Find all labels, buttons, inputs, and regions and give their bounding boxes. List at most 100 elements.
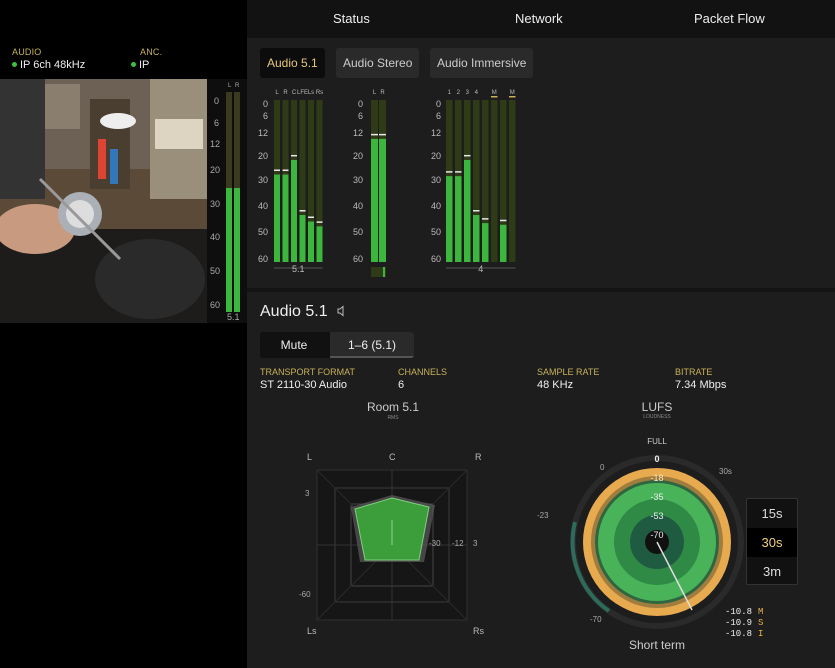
room-subtitle: RMS [387, 415, 399, 421]
meter-immersive-channel-label: M [492, 90, 497, 96]
meter-channel-r: R [235, 83, 240, 89]
meter-scale-tick: 50 [258, 227, 268, 237]
mute-button[interactable]: Mute [260, 332, 328, 358]
meter-stereo-channel-label: L [373, 90, 377, 96]
meter-scale-tick: 50 [353, 227, 363, 237]
meter-51-bar-level [282, 174, 289, 262]
meter-tick: 50 [210, 266, 221, 276]
audio-tab-stereo[interactable]: Audio Stereo [336, 48, 420, 78]
meter-scale-tick: 6 [263, 111, 268, 121]
meter-immersive-bar-peak [473, 210, 480, 212]
meter-stereo-mini-level [383, 267, 385, 277]
video-preview[interactable] [0, 79, 207, 323]
lufs-outer-0: 0 [600, 463, 605, 472]
meter-immersive-bar-peak [482, 218, 489, 220]
meter-immersive-bar-track [509, 100, 516, 262]
meter-immersive-bar-level [473, 215, 480, 262]
top-navigation: Status Network Packet Flow [247, 0, 835, 38]
meter-immersive-bar-peak [500, 219, 507, 222]
meter-scale-tick: 12 [431, 128, 441, 138]
meter-immersive-bar-track [491, 100, 498, 262]
meter-51-bar-peak [282, 169, 289, 172]
mute-channel-selector: Mute 1–6 (5.1) [260, 332, 414, 358]
meter-scale-tick: 30 [431, 175, 441, 185]
meter-scale-tick: 60 [258, 254, 268, 264]
meter-immersive-bar-peak [446, 171, 453, 173]
meter-level-r [234, 187, 240, 312]
room-axis-l: L [307, 452, 312, 462]
lufs-ring-70: -70 [650, 530, 663, 540]
meter-51-group-label: 5.1 [292, 264, 305, 274]
lufs-readout-short: -10.9 S [725, 618, 764, 628]
meter-tick: 60 [210, 300, 221, 310]
lufs-title: LUFS [641, 400, 673, 414]
meter-scale-tick: 0 [263, 99, 268, 109]
lufs-ring-18: -18 [650, 473, 663, 483]
field-label-bitrate: BITRATE [675, 367, 713, 377]
meter-scale-tick: 20 [431, 151, 441, 161]
meter-immersive-channel-label: 2 [457, 90, 461, 96]
speaker-icon[interactable] [336, 305, 348, 317]
room-axis-ls: Ls [307, 626, 317, 636]
meter-51-bar-level [316, 226, 323, 262]
meter-channel-l: L [228, 83, 232, 89]
tab-status[interactable]: Status [333, 11, 370, 26]
room-scale-3b: 3 [473, 539, 478, 548]
meter-scale-tick: 20 [353, 151, 363, 161]
lufs-time-window: 15s 30s 3m [746, 498, 798, 585]
lufs-outer-30s: 30s [719, 467, 732, 476]
meter-immersive-bar-peak [509, 96, 516, 98]
preview-audio-meter: L R 0 6 12 20 30 40 50 60 5.1 [207, 79, 247, 323]
meter-immersive-bar-level [500, 224, 507, 262]
meter-level-l [226, 187, 232, 312]
meter-scale-tick: 60 [431, 254, 441, 264]
meter-stereo-bar-peak [379, 133, 386, 136]
meter-tick: 40 [210, 232, 221, 242]
anc-value: IP [131, 59, 149, 71]
meter-scale-tick: 30 [258, 175, 268, 185]
detail-title: Audio 5.1 [260, 303, 348, 321]
meter-immersive-channel-label: 1 [448, 90, 452, 96]
meter-tick: 6 [214, 118, 220, 128]
meter-track-r [234, 92, 240, 312]
field-value-sample-rate: 48 KHz [537, 379, 574, 391]
room-title: Room 5.1 [366, 400, 420, 414]
time-option-30s[interactable]: 30s [747, 528, 797, 557]
time-option-15s[interactable]: 15s [747, 499, 797, 528]
meter-stereo-bar-level [371, 138, 378, 262]
tab-packet-flow[interactable]: Packet Flow [694, 11, 765, 26]
meter-51-bar-peak [316, 221, 323, 223]
channel-meters: 06122030405060L R C LFE Ls Rs5.10612203040506… [258, 90, 516, 277]
field-value-channels: 6 [398, 379, 405, 391]
meter-stereo-bar-peak [371, 133, 378, 136]
meter-immersive-bar-peak [464, 154, 471, 157]
lufs-subtitle: LOUDNESS [643, 414, 671, 420]
meter-51-bar-peak [291, 154, 297, 157]
room-scale-60: -60 [299, 590, 311, 599]
meter-scale-tick: 40 [431, 201, 441, 211]
audio-tab-5-1[interactable]: Audio 5.1 [260, 48, 325, 78]
lufs-ring-53: -53 [650, 511, 663, 521]
channel-range-button[interactable]: 1–6 (5.1) [330, 332, 414, 358]
meter-immersive-bar-level [446, 176, 453, 262]
lufs-outer-minus70: -70 [590, 615, 602, 624]
time-option-3m[interactable]: 3m [747, 557, 797, 586]
audio-label: AUDIO [12, 47, 42, 57]
meter-scale-tick: 6 [436, 111, 441, 121]
status-dot-icon [12, 62, 17, 67]
meter-format-label: 5.1 [227, 312, 240, 322]
room-scale-30: -30 [429, 539, 441, 548]
tab-network[interactable]: Network [515, 11, 563, 26]
lufs-loudness-gauge: FULL 0 -18 -35 -53 -70 0 30s -23 -70 [537, 437, 744, 629]
audio-tab-immersive[interactable]: Audio Immersive [430, 48, 534, 78]
meter-tick: 12 [210, 139, 221, 149]
lufs-readout-momentary: -10.8 M [725, 607, 764, 617]
meter-51-channel-label: R [283, 90, 288, 96]
meter-51-bar-level [291, 159, 297, 262]
meter-track-l [226, 92, 232, 312]
room-axis-c: C [389, 452, 396, 462]
meter-scale-tick: 0 [436, 99, 441, 109]
meter-immersive-bar-level [464, 159, 471, 262]
meter-immersive-channel-label: 4 [475, 90, 479, 96]
video-frame-image [0, 79, 207, 323]
